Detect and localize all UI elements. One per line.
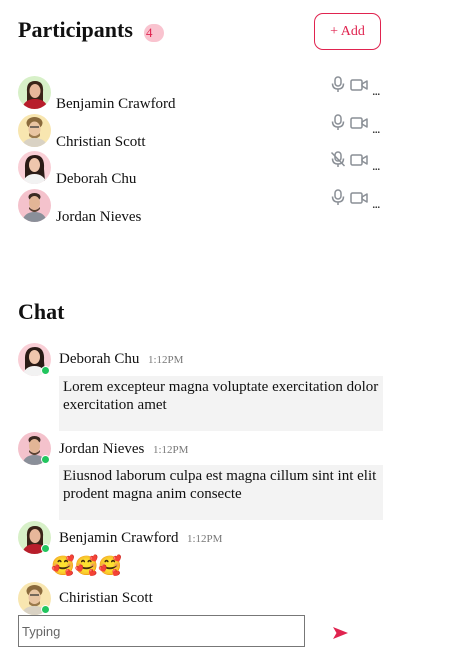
message-author: Deborah Chu (59, 351, 140, 367)
microphone-off-icon[interactable] (330, 151, 346, 168)
chat-title: Chat (18, 299, 65, 324)
send-icon[interactable] (327, 620, 353, 644)
avatar (18, 76, 51, 109)
online-status-dot (41, 366, 50, 375)
microphone-icon[interactable] (330, 114, 346, 131)
online-status-dot (41, 605, 50, 614)
message-bubble: Eiusnod laborum culpa est magna cillum s… (59, 465, 383, 520)
message-time: 1:12PM (187, 533, 223, 545)
participant-name: Jordan Nieves (56, 209, 142, 225)
participants-title: Participants (18, 17, 133, 42)
more-options-button[interactable]: ... (372, 85, 380, 99)
participant-name: Deborah Chu (56, 171, 137, 187)
avatar (18, 114, 51, 147)
message-input[interactable] (18, 615, 305, 647)
microphone-icon[interactable] (330, 76, 346, 93)
message-time: 1:12PM (153, 444, 189, 456)
video-camera-icon[interactable] (350, 153, 368, 167)
message-time: 1:12PM (148, 354, 184, 366)
emoji-message: 🥰🥰🥰 (51, 555, 122, 577)
participant-name: Christian Scott (56, 134, 146, 150)
online-status-dot (41, 455, 50, 464)
add-participant-button[interactable]: + Add (314, 13, 381, 50)
message-author: Chiristian Scott (59, 590, 153, 606)
avatar (18, 189, 51, 222)
more-options-button[interactable]: ... (372, 160, 380, 174)
more-options-button[interactable]: ... (372, 123, 380, 137)
video-camera-icon[interactable] (350, 191, 368, 205)
online-status-dot (41, 544, 50, 553)
message-author: Benjamin Crawford (59, 530, 179, 546)
avatar (18, 151, 51, 184)
message-author: Jordan Nieves (59, 441, 145, 457)
video-camera-icon[interactable] (350, 116, 368, 130)
more-options-button[interactable]: ... (372, 198, 380, 212)
microphone-icon[interactable] (330, 189, 346, 206)
message-bubble: Lorem excepteur magna voluptate exercita… (59, 376, 383, 431)
participant-count-badge: 4 (144, 24, 164, 42)
participant-name: Benjamin Crawford (56, 96, 176, 112)
video-camera-icon[interactable] (350, 78, 368, 92)
